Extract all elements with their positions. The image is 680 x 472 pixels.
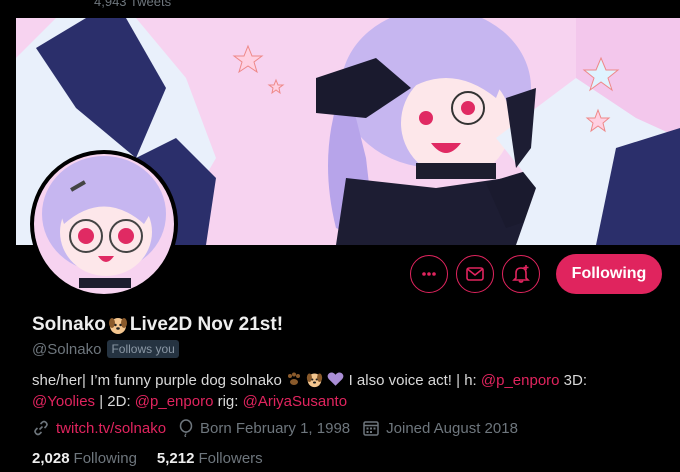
more-icon	[422, 272, 436, 276]
followers-label: Followers	[198, 450, 263, 467]
bio-text-5: rig:	[213, 393, 243, 410]
top-bar: 4,943 Tweets	[0, 0, 680, 18]
display-name-prefix: Solnako	[32, 314, 106, 335]
purple-heart-icon	[328, 372, 344, 386]
website-link[interactable]: twitch.tv/solnako	[56, 420, 166, 437]
display-name-suffix: Live2D Nov 21st!	[129, 314, 284, 335]
join-date: Joined August 2018	[386, 419, 518, 437]
bio: she/her| I’m funny purple dog solnako I …	[32, 370, 632, 412]
user-handle: @Solnako	[32, 340, 102, 358]
avatar[interactable]	[30, 150, 178, 298]
balloon-icon	[179, 419, 193, 437]
dog-face-icon	[307, 373, 323, 388]
dog-face-icon	[108, 318, 127, 334]
profile-meta: twitch.tv/solnako Born February 1, 1998 …	[32, 419, 530, 437]
bio-text-3: 3D:	[559, 372, 588, 389]
paw-icon	[288, 372, 301, 385]
mention-rig[interactable]: @AriyaSusanto	[243, 393, 347, 410]
joined-item: Joined August 2018	[362, 419, 518, 437]
calendar-icon	[363, 421, 379, 436]
profile-actions: Following	[410, 254, 662, 294]
mention-3d[interactable]: @Yoolies	[32, 393, 95, 410]
followers-count-link[interactable]: 5,212 Followers	[157, 450, 263, 467]
tweet-count: 4,943 Tweets	[94, 0, 172, 9]
mention-2d[interactable]: @p_enporo	[135, 393, 214, 410]
bell-plus-icon	[512, 265, 530, 283]
more-button[interactable]	[410, 255, 448, 293]
message-button[interactable]	[456, 255, 494, 293]
follows-you-badge: Follows you	[107, 340, 179, 358]
followers-count: 5,212	[156, 450, 195, 467]
following-count-link[interactable]: 2,028 Following	[32, 450, 137, 467]
mail-icon	[466, 267, 484, 281]
following-label: Following	[73, 450, 137, 467]
birth-item: Born February 1, 1998	[178, 419, 350, 437]
following-button[interactable]: Following	[556, 254, 662, 294]
handle-row: @Solnako Follows you	[32, 340, 179, 358]
link-icon	[34, 420, 48, 436]
mention-h[interactable]: @p_enporo	[481, 372, 560, 389]
bio-text-2: I also voice act! | h:	[348, 372, 481, 389]
birth-date: Born February 1, 1998	[200, 419, 351, 437]
display-name: Solnako Live2D Nov 21st!	[32, 314, 283, 336]
notifications-button[interactable]	[502, 255, 540, 293]
bio-text-4: | 2D:	[95, 393, 135, 410]
following-count: 2,028	[32, 450, 70, 467]
website-item: twitch.tv/solnako	[32, 419, 166, 437]
follow-counts: 2,028 Following 5,212 Followers	[32, 450, 283, 467]
bio-text-1: she/her| I’m funny purple dog solnako	[32, 372, 282, 389]
